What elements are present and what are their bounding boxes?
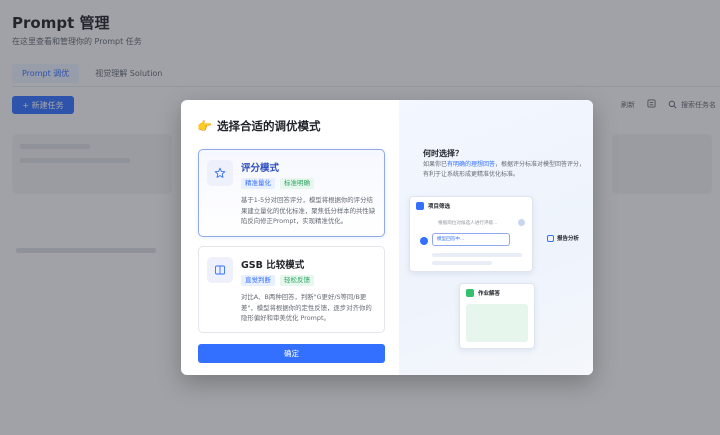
illustration-input-2: 模型回答中... xyxy=(432,233,510,246)
mode-desc-gsb: 对比A、B两种回答，判断"G更好/S等同/B更差"，模型将根据你的定性反馈，逐步… xyxy=(241,293,372,322)
report-icon xyxy=(546,234,554,242)
illustration-input-1: 根据岗位对候选人进行评级... xyxy=(434,218,512,228)
illustration-card-header: 作业解答 xyxy=(460,284,534,302)
help-desc-prefix: 如果你已 xyxy=(423,161,448,168)
illustration-report-label: 报告分析 xyxy=(546,234,579,242)
send-icon xyxy=(416,202,424,210)
mode-card-text: GSB 比较模式 直觉判断 轻松反馈 xyxy=(241,256,314,286)
star-icon xyxy=(207,160,233,186)
illustration-card2-title: 作业解答 xyxy=(478,291,501,297)
mode-card-text: 评分模式 精准量化 标准明确 xyxy=(241,159,314,189)
skeleton-line xyxy=(432,261,492,265)
report-label-text: 报告分析 xyxy=(556,236,579,242)
tag-precise: 精准量化 xyxy=(241,178,275,189)
modal-title-text: 选择合适的调优模式 xyxy=(216,119,321,133)
confirm-button[interactable]: 确定 xyxy=(198,344,385,363)
illustration-card-header: 项目筛选 xyxy=(410,197,532,215)
pointing-hand-icon: 👉 xyxy=(197,119,212,133)
modal-help-panel: 何时选择？ 如果你已有明确的理想回答，根据评分标准对模型回答评分，有利于让系统形… xyxy=(399,100,593,375)
book-icon xyxy=(207,257,233,283)
illustration-card-screening: 项目筛选 根据岗位对候选人进行评级... 模型回答中... xyxy=(409,196,533,272)
tag-intuitive: 直觉判断 xyxy=(241,275,275,286)
mode-card-header: 评分模式 精准量化 标准明确 xyxy=(207,159,376,189)
mode-desc-score: 基于1-5分对回答评分，模型将根据你的评分结果建立量化的优化标准，聚焦低分样本的… xyxy=(241,196,376,225)
modal-left-panel: 👉 选择合适的调优模式 评分模式 精准量化 标准明确 基于1-5分对回答评分，模… xyxy=(181,100,399,375)
mode-card-score[interactable]: 评分模式 精准量化 标准明确 基于1-5分对回答评分，模型将根据你的评分结果建立… xyxy=(198,149,385,237)
mode-name-gsb: GSB 比较模式 xyxy=(241,260,305,271)
help-desc-highlight: 有明确的理想回答 xyxy=(447,161,496,168)
mode-card-header: GSB 比较模式 直觉判断 轻松反馈 xyxy=(207,256,376,286)
skeleton-line xyxy=(432,253,522,257)
illustration-card-homework: 作业解答 xyxy=(459,283,535,349)
mode-tags: 直觉判断 轻松反馈 xyxy=(241,275,314,286)
modal-title: 👉 选择合适的调优模式 xyxy=(197,118,383,134)
mode-name-score: 评分模式 xyxy=(241,163,280,174)
help-description: 如果你已有明确的理想回答，根据评分标准对模型回答评分，有利于让系统形成更精准优化… xyxy=(423,160,588,180)
illustration-green-block xyxy=(466,304,528,342)
mode-select-modal: 👉 选择合适的调优模式 评分模式 精准量化 标准明确 基于1-5分对回答评分，模… xyxy=(181,100,593,375)
help-title: 何时选择？ xyxy=(423,149,463,158)
tag-easy-feedback: 轻松反馈 xyxy=(280,275,314,286)
pencil-icon xyxy=(466,289,474,297)
tag-clear-standard: 标准明确 xyxy=(280,178,314,189)
illustration-card-title: 项目筛选 xyxy=(428,204,451,210)
user-icon xyxy=(518,219,525,226)
mode-card-gsb[interactable]: GSB 比较模式 直觉判断 轻松反馈 对比A、B两种回答，判断"G更好/S等同/… xyxy=(198,246,385,333)
mode-tags: 精准量化 标准明确 xyxy=(241,178,314,189)
bot-icon xyxy=(420,237,428,245)
